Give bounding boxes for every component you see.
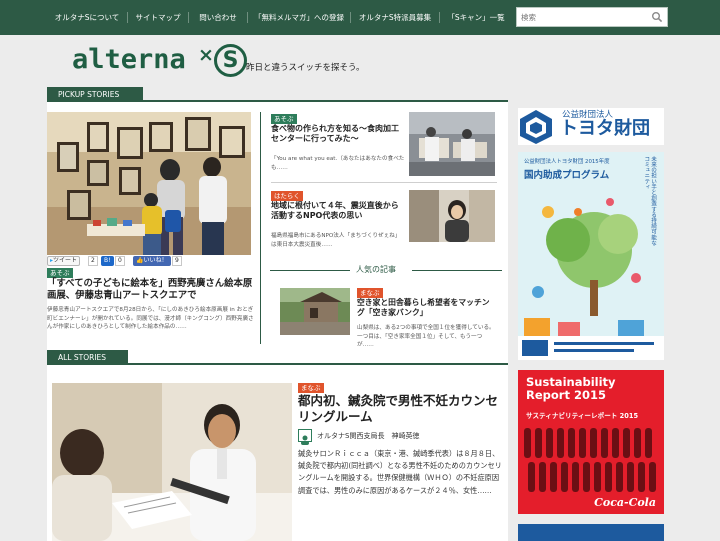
toyota-foundation-logo[interactable]: 公益財団法人 トヨタ財団 bbox=[518, 108, 664, 145]
all-story-category-badge[interactable]: まなぶ bbox=[298, 383, 324, 393]
feature-category-badge[interactable]: あそぶ bbox=[47, 268, 73, 278]
foundation-name: トヨタ財団 bbox=[560, 118, 650, 139]
grant-illustration bbox=[518, 198, 664, 360]
column-divider bbox=[260, 112, 261, 344]
report-banner-title: Sustainability Report 2015 bbox=[526, 375, 616, 403]
nav-item-correspondent[interactable]: オルタナS特派員募集 bbox=[351, 0, 439, 35]
grant-banner-header: 公益財団法人トヨタ財団 2015年度 bbox=[524, 159, 610, 165]
popular-line-left bbox=[270, 270, 350, 271]
all-stories-heading: ALL STORIES bbox=[47, 350, 128, 365]
popular-1-excerpt: 山梨県は、ある2つの事項で全国１位を獲得している。一つ目は、「空き家率全国１位」… bbox=[357, 325, 495, 349]
social-share-bar: ▸ツイート 2 B! 0 👍いいね！ 9 bbox=[47, 256, 251, 267]
pickup-stories-heading: PICKUP STORIES bbox=[47, 87, 143, 102]
logo-wordmark: alterna bbox=[72, 44, 186, 75]
pickup-2-thumbnail[interactable] bbox=[409, 190, 495, 242]
popular-1-category-badge[interactable]: まなぶ bbox=[357, 288, 383, 298]
nav-item-contact[interactable]: 問い合わせ bbox=[189, 0, 247, 35]
pickup-1-thumbnail[interactable] bbox=[409, 112, 495, 176]
author-avatar-icon bbox=[298, 429, 312, 445]
site-tagline: 昨日と違うスイッチを探そう。 bbox=[246, 63, 365, 73]
tweet-label: ツイート bbox=[53, 257, 78, 264]
foundation-emblem-icon bbox=[520, 110, 552, 144]
popular-articles-title: 人気の記事 bbox=[356, 265, 396, 274]
feature-story-title[interactable]: 「すべての子どもに絵本を」西野亮廣さん絵本原画展、伊藤忠青山アートスクエアで bbox=[47, 278, 255, 302]
top-navigation: オルタナSについて サイトマップ 問い合わせ 「無料メルマガ」への登録 オルタナ… bbox=[0, 0, 720, 35]
bottles-illustration bbox=[524, 428, 656, 492]
hatena-bookmark-button[interactable]: B! bbox=[101, 256, 114, 266]
logo-cross: × bbox=[198, 44, 214, 66]
popular-1-thumbnail[interactable] bbox=[280, 288, 350, 335]
pickup-2-category-badge[interactable]: はたらく bbox=[271, 191, 303, 201]
report-banner-subtitle: サスティナビリティーレポート 2015 bbox=[526, 412, 639, 420]
tweet-count: 2 bbox=[88, 256, 98, 266]
popular-articles-heading: 人気の記事 bbox=[270, 264, 502, 276]
coca-cola-logo: Coca-Cola bbox=[594, 496, 656, 509]
like-count: 9 bbox=[172, 256, 182, 266]
pickup-2-excerpt: 福島県福島市にあるNPO法人「まちづくりぜぇね」は東日本大震災直後…… bbox=[271, 233, 401, 248]
feature-story-excerpt: 伊藤忠青山アートスクエアで8月28日から、「にしのあきひろ絵本原画展 in おと… bbox=[47, 307, 254, 331]
pickup-1-category-badge[interactable]: あそぶ bbox=[271, 114, 297, 124]
nav-item-scan-list[interactable]: 「Sキャン」一覧 bbox=[440, 0, 512, 35]
all-story-excerpt: 鍼灸サロンＲｉｃｃａ（東京・港、鍼崎季代表）は８月８日、鍼灸院で都内初(同社調べ… bbox=[298, 449, 502, 495]
nav-item-about[interactable]: オルタナSについて bbox=[47, 0, 127, 35]
search-box bbox=[516, 7, 668, 27]
search-icon[interactable] bbox=[651, 11, 663, 23]
facebook-like-button[interactable]: 👍いいね！ bbox=[133, 256, 171, 266]
grant-banner-title: 国内助成プログラム bbox=[524, 170, 610, 181]
grant-program-banner[interactable]: 公益財団法人トヨタ財団 2015年度 国内助成プログラム 未来の担い手と創造する… bbox=[518, 152, 664, 360]
popular-line-right bbox=[412, 270, 502, 271]
pickup-separator bbox=[271, 182, 497, 183]
pickup-stories-line bbox=[143, 100, 508, 102]
all-story-title[interactable]: 都内初、鍼灸院で男性不妊カウンセリングルーム bbox=[298, 393, 498, 426]
feature-story-image[interactable] bbox=[47, 112, 251, 255]
nav-item-sitemap[interactable]: サイトマップ bbox=[128, 0, 188, 35]
all-story-author[interactable]: オルタナS関西支局長 神崎英徳 bbox=[317, 431, 419, 441]
bookmark-count: 0 bbox=[115, 256, 125, 266]
all-stories-line bbox=[128, 363, 508, 365]
sustainability-report-banner[interactable]: Sustainability Report 2015 サスティナビリティーレポー… bbox=[518, 370, 664, 514]
logo-s-mark: S bbox=[214, 44, 247, 77]
pickup-1-title[interactable]: 食べ物の作られ方を知る～食肉加工センターに行ってみた～ bbox=[271, 124, 406, 145]
pickup-2-title[interactable]: 地域に根付いて４年、震災直後から活動するNPO代表の思い bbox=[271, 201, 406, 222]
search-input[interactable] bbox=[521, 10, 649, 24]
sidebar-banner-bottom[interactable] bbox=[518, 524, 664, 541]
pickup-1-excerpt: 「You are what you eat.（あなたはあなたの食べたも…… bbox=[271, 156, 405, 171]
all-story-image[interactable] bbox=[52, 383, 292, 541]
nav-item-newsletter[interactable]: 「無料メルマガ」への登録 bbox=[248, 0, 350, 35]
like-label: いいね！ bbox=[143, 257, 168, 264]
tweet-button[interactable]: ▸ツイート bbox=[47, 256, 81, 266]
popular-1-title[interactable]: 空き家と田舎暮らし希望者をマッチング「空き家バンク」 bbox=[357, 298, 497, 318]
